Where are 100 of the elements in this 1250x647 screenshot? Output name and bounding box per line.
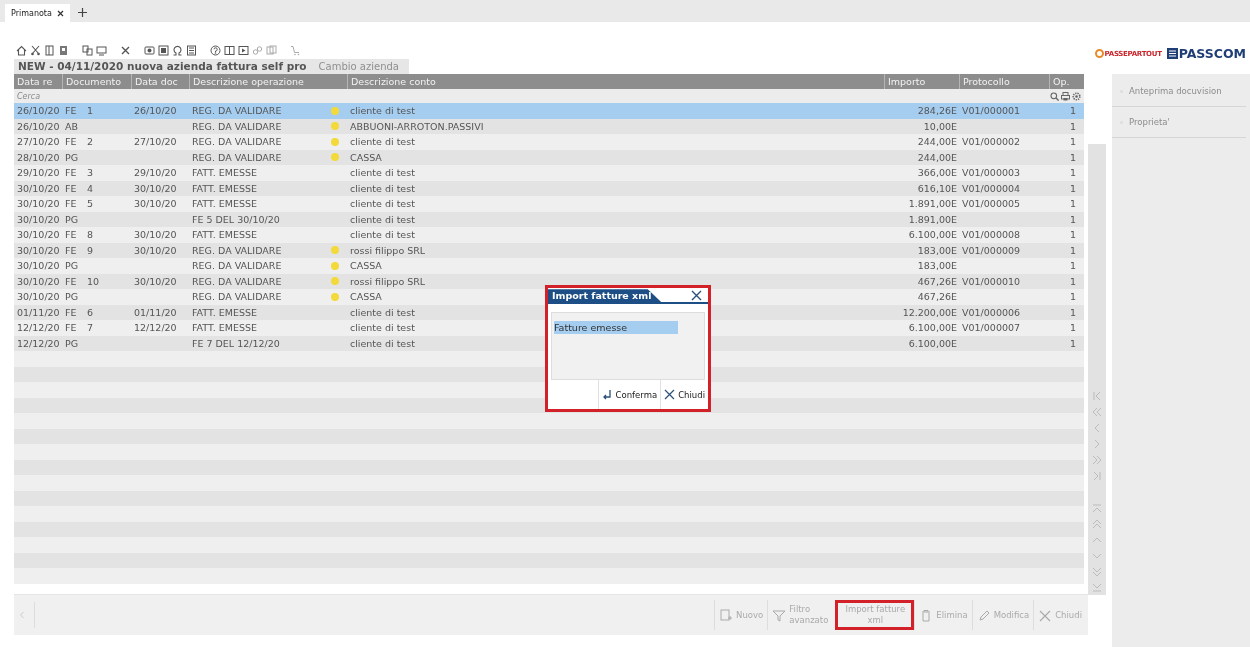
table-cell: 1: [1069, 120, 1076, 132]
help-icon[interactable]: [210, 45, 221, 57]
table-cell: 1: [1069, 105, 1076, 117]
home-icon[interactable]: [16, 45, 27, 57]
table-cell: FE 5 DEL 30/10/20: [192, 213, 280, 225]
table-cell: REG. DA VALIDARE: [192, 244, 282, 256]
table-cell: 29/10/20: [17, 167, 60, 179]
table-cell: FE: [65, 198, 77, 210]
table-cell: 4: [87, 182, 94, 194]
table-cell: 3: [87, 167, 94, 179]
camera-icon[interactable]: [144, 45, 155, 57]
table-cell: 1: [1069, 337, 1076, 349]
gear-icon[interactable]: [1072, 91, 1081, 101]
cross-icon[interactable]: [120, 45, 131, 57]
table-cell: 30/10/20: [134, 275, 177, 287]
filter-icon[interactable]: [772, 608, 787, 622]
table-cell: V01/000007: [962, 322, 1021, 334]
table-cell: 1: [1069, 275, 1076, 287]
table-cell: 6.100,00E: [908, 322, 957, 334]
table-cell: 30/10/20: [17, 198, 60, 210]
table-cell: 616,10E: [917, 182, 957, 194]
table-cell: FE: [65, 167, 77, 179]
tab-label[interactable]: Primanota: [11, 8, 52, 18]
table-cell: 12/12/20: [17, 337, 60, 349]
table-cell: 01/11/20: [134, 306, 177, 318]
calculator-icon[interactable]: [186, 45, 197, 57]
table-cell: V01/000008: [962, 229, 1021, 241]
table-cell: 30/10/20: [134, 182, 177, 194]
table-cell: V01/000005: [962, 198, 1021, 210]
product-name: PASSCOM: [1178, 46, 1246, 61]
table-cell: 26/10/20: [17, 105, 60, 117]
enter-arrow-icon[interactable]: [601, 389, 613, 401]
table-cell: 29/10/20: [134, 167, 177, 179]
table-cell: REG. DA VALIDARE: [192, 120, 282, 132]
table-cell: 30/10/20: [17, 291, 60, 303]
dialog-button[interactable]: Chiudi: [660, 380, 708, 409]
table-cell: 1.891,00E: [908, 198, 957, 210]
table-cell: 183,00E: [917, 244, 957, 256]
table-cell: 28/10/20: [17, 151, 60, 163]
copy-icon[interactable]: [82, 45, 93, 57]
table-cell: 6.100,00E: [908, 337, 957, 349]
table-cell: 366,00E: [917, 167, 957, 179]
ring-icon: [1094, 49, 1104, 58]
close-icon[interactable]: [691, 290, 702, 302]
close-icon[interactable]: [664, 389, 676, 401]
table-cell: AB: [65, 120, 79, 132]
table-cell: cliente di test: [350, 213, 415, 225]
table-cell: 1: [1069, 213, 1076, 225]
table-cell: cliente di test: [350, 167, 415, 179]
table-cell: FE: [65, 306, 77, 318]
table-cell: 8: [87, 229, 94, 241]
table-cell: cliente di test: [350, 322, 415, 334]
table-cell: 244,00E: [917, 151, 957, 163]
table-cell: cliente di test: [350, 198, 415, 210]
scissors-icon[interactable]: [30, 45, 41, 57]
table-cell: 1: [1069, 322, 1076, 334]
table-cell: ABBUONI-ARROTON.PASSIVI: [350, 120, 484, 132]
table-cell: CASSA: [350, 151, 382, 163]
table-cell: FE: [65, 275, 77, 287]
table-cell: 9: [87, 244, 94, 256]
table-row[interactable]: 26/10/20 FE 1 26/10/20 REG. DA VALIDARE cliente di test 284,26E V01/000001 1: [14, 103, 1084, 119]
table-cell: 30/10/20: [134, 198, 177, 210]
table-cell: FATT. EMESSE: [192, 229, 257, 241]
list-box[interactable]: Fatture emesse: [551, 312, 705, 381]
table-cell: 1.891,00E: [908, 213, 957, 225]
window-icon[interactable]: [158, 45, 169, 57]
search-field[interactable]: Cerca: [14, 89, 220, 103]
table-cell: 1: [1069, 229, 1076, 241]
printer-icon[interactable]: [1061, 91, 1070, 101]
close-icon[interactable]: [56, 9, 64, 17]
table-cell: 30/10/20: [17, 229, 60, 241]
table-cell: CASSA: [350, 291, 382, 303]
table-cell: V01/000010: [962, 275, 1021, 287]
table-cell: REG. DA VALIDARE: [192, 151, 282, 163]
cart-icon[interactable]: [290, 45, 301, 57]
table-cell: 1: [1069, 136, 1076, 148]
search-icon[interactable]: [1050, 91, 1059, 101]
table-cell: 244,00E: [917, 136, 957, 148]
book-icon[interactable]: [224, 45, 235, 57]
table-cell: cliente di test: [350, 105, 415, 117]
table-cell: PG: [65, 291, 79, 303]
monitor-icon[interactable]: [96, 45, 107, 57]
table-cell: FE 7 DEL 12/12/20: [192, 337, 280, 349]
table-cell: 01/11/20: [17, 306, 60, 318]
table-cell: V01/000001: [962, 105, 1021, 117]
omega-icon[interactable]: [172, 45, 183, 57]
table-cell: PG: [65, 151, 79, 163]
table-cell: cliente di test: [350, 136, 415, 148]
table-cell: 1: [1069, 167, 1076, 179]
play-icon[interactable]: [238, 45, 249, 57]
table-cell: FE: [65, 229, 77, 241]
tab[interactable]: Primanota: [5, 4, 70, 22]
list-item[interactable]: Fatture emesse: [554, 321, 678, 335]
pencil-icon[interactable]: [976, 608, 991, 622]
table-cell: rossi filippo SRL: [350, 244, 426, 256]
table-cell: 12/12/20: [17, 322, 60, 334]
table-cell: PG: [65, 213, 79, 225]
add-tab-icon[interactable]: [77, 8, 87, 17]
table-cell: V01/000004: [962, 182, 1021, 194]
table-cell: 12.200,00E: [902, 306, 957, 318]
